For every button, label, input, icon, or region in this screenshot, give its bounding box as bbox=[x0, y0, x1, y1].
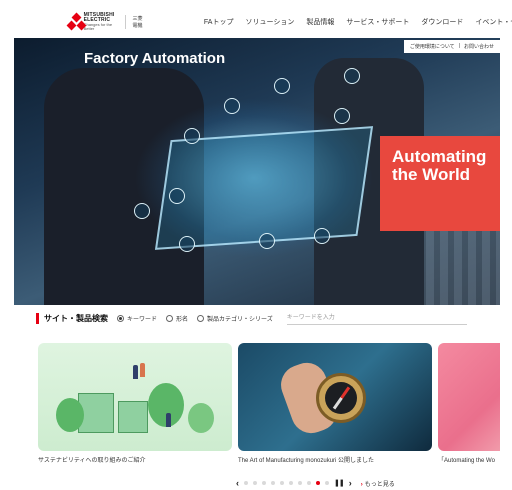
network-node-icon bbox=[344, 68, 360, 84]
carousel-dot[interactable] bbox=[298, 481, 302, 485]
feature-carousel: サステナビリティへの取り組みのご紹介 The Art of Manufactur… bbox=[38, 343, 500, 473]
carousel-dot[interactable] bbox=[244, 481, 248, 485]
carousel-dot[interactable] bbox=[307, 481, 311, 485]
support-links: ご使用環境について | お問い合わせ bbox=[403, 40, 500, 53]
card-caption: The Art of Manufacturing monozukuri 公開しま… bbox=[238, 458, 375, 464]
chevron-right-icon[interactable]: › bbox=[349, 478, 352, 488]
network-node-icon bbox=[179, 236, 195, 252]
card-caption: 「Automating the Wo bbox=[438, 458, 495, 464]
search-input[interactable] bbox=[286, 311, 467, 325]
nav-events[interactable]: イベント・セミ bbox=[475, 17, 512, 27]
arrow-right-icon: › bbox=[360, 481, 363, 488]
carousel-dot[interactable] bbox=[262, 481, 266, 485]
tablet-hologram bbox=[154, 126, 374, 250]
global-nav: FAトップ ソリューション 製品情報 サービス・サポート ダウンロード イベント… bbox=[204, 17, 512, 27]
radio-model[interactable]: 形名 bbox=[166, 314, 188, 323]
radio-selected-icon bbox=[117, 314, 124, 322]
radio-empty-icon bbox=[197, 314, 205, 322]
site-search: サイト・製品検索 キーワード 形名 製品カテゴリ・シリーズ bbox=[36, 308, 500, 328]
network-node-icon bbox=[314, 228, 330, 244]
nav-solutions[interactable]: ソリューション bbox=[245, 17, 294, 27]
carousel-controls: ‹ ❚❚ › › もっと見る bbox=[236, 478, 395, 488]
logo-ja: 三菱電機 bbox=[125, 15, 143, 29]
nav-fa-top[interactable]: FAトップ bbox=[204, 17, 234, 27]
nav-products[interactable]: 製品情報 bbox=[306, 17, 334, 27]
pause-icon[interactable]: ❚❚ bbox=[334, 479, 345, 487]
carousel-dot[interactable] bbox=[316, 481, 320, 485]
hero-banner[interactable]: Factory Automation ご使用環境について | お問い合わせ Au… bbox=[14, 38, 500, 305]
carousel-dots bbox=[244, 481, 329, 485]
carousel-card-automating[interactable]: 「Automating the Wo bbox=[438, 343, 500, 473]
network-node-icon bbox=[184, 128, 200, 144]
nav-service-support[interactable]: サービス・サポート bbox=[346, 17, 409, 27]
site-header: MITSUBISHI ELECTRIC Changes for the Bett… bbox=[14, 6, 512, 38]
tagline-line1: Automating bbox=[392, 147, 487, 166]
brand-logo[interactable]: MITSUBISHI ELECTRIC Changes for the Bett… bbox=[66, 13, 144, 31]
carousel-dot[interactable] bbox=[325, 481, 329, 485]
radio-category[interactable]: 製品カテゴリ・シリーズ bbox=[197, 314, 273, 323]
radio-keyword[interactable]: キーワード bbox=[117, 314, 157, 323]
support-link-environment[interactable]: ご使用環境について bbox=[410, 43, 455, 50]
network-node-icon bbox=[259, 233, 275, 249]
network-node-icon bbox=[274, 78, 290, 94]
tagline-panel: Automating the World bbox=[380, 136, 500, 231]
logo-line2: Changes for the Better bbox=[83, 22, 113, 31]
nav-download[interactable]: ダウンロード bbox=[421, 17, 463, 27]
carousel-card-sustainability[interactable]: サステナビリティへの取り組みのご紹介 bbox=[38, 343, 232, 473]
card-caption: サステナビリティへの取り組みのご紹介 bbox=[38, 458, 146, 464]
three-diamonds-icon bbox=[66, 12, 87, 31]
carousel-dot[interactable] bbox=[289, 481, 293, 485]
tagline-line2: the World bbox=[392, 165, 471, 184]
radio-empty-icon bbox=[166, 314, 174, 322]
network-node-icon bbox=[224, 98, 240, 114]
carousel-dot[interactable] bbox=[280, 481, 284, 485]
sustainability-illustration bbox=[38, 343, 232, 451]
carousel-card-monozukuri[interactable]: The Art of Manufacturing monozukuri 公開しま… bbox=[238, 343, 432, 473]
carousel-dot[interactable] bbox=[253, 481, 257, 485]
compass-photo bbox=[238, 343, 432, 451]
automating-photo bbox=[438, 343, 500, 451]
network-node-icon bbox=[134, 203, 150, 219]
network-node-icon bbox=[169, 188, 185, 204]
hero-title: Factory Automation bbox=[84, 50, 226, 67]
search-title: サイト・製品検索 bbox=[36, 312, 108, 324]
more-link[interactable]: › もっと見る bbox=[361, 479, 395, 488]
carousel-dot[interactable] bbox=[271, 481, 275, 485]
network-node-icon bbox=[334, 108, 350, 124]
chevron-left-icon[interactable]: ‹ bbox=[236, 478, 239, 488]
support-link-contact[interactable]: お問い合わせ bbox=[464, 43, 494, 50]
